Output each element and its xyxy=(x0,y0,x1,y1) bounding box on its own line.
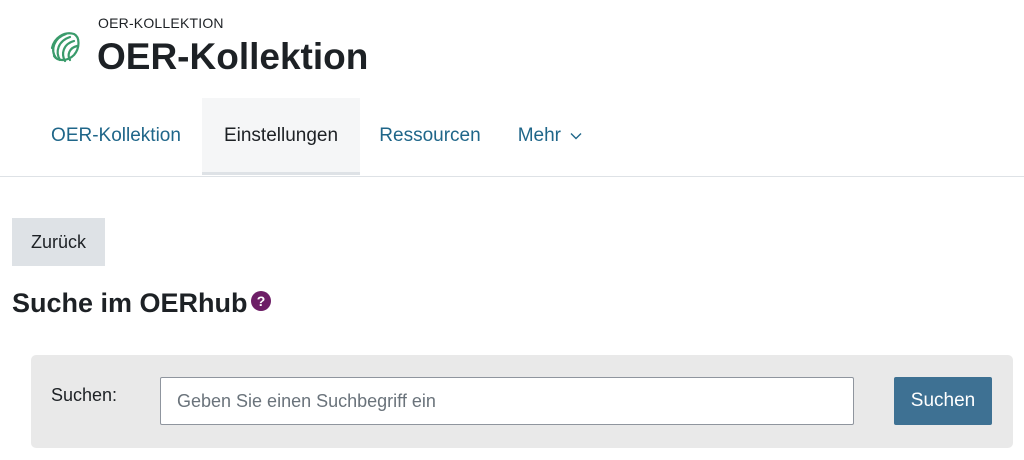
tab-label: OER-Kollektion xyxy=(51,125,181,146)
search-panel: Suchen: Suchen xyxy=(31,355,1013,448)
secondary-navigation: OER-Kollektion Einstellungen Ressourcen … xyxy=(0,98,1024,177)
question-circle-icon[interactable]: ? xyxy=(251,291,271,311)
tab-oer-kollektion[interactable]: OER-Kollektion xyxy=(32,98,200,175)
tab-label: Mehr xyxy=(517,125,561,146)
tab-mehr[interactable]: Mehr xyxy=(500,98,600,175)
search-button[interactable]: Suchen xyxy=(894,377,992,425)
tab-einstellungen[interactable]: Einstellungen xyxy=(202,98,360,175)
section-title: Suche im OERhub xyxy=(12,288,248,318)
tab-ressourcen[interactable]: Ressourcen xyxy=(362,98,498,175)
page-title: OER-Kollektion xyxy=(97,36,369,77)
chevron-down-icon xyxy=(570,132,582,140)
tab-label: Einstellungen xyxy=(223,125,339,146)
search-input[interactable] xyxy=(160,377,854,425)
oer-collection-icon xyxy=(50,32,80,63)
tab-label: Ressourcen xyxy=(379,125,481,146)
search-label: Suchen: xyxy=(51,385,118,405)
page-pretitle: OER-KOLLEKTION xyxy=(98,15,224,31)
back-button[interactable]: Zurück xyxy=(12,218,105,266)
page-header: OER-KOLLEKTION OER-Kollektion xyxy=(0,0,1024,100)
